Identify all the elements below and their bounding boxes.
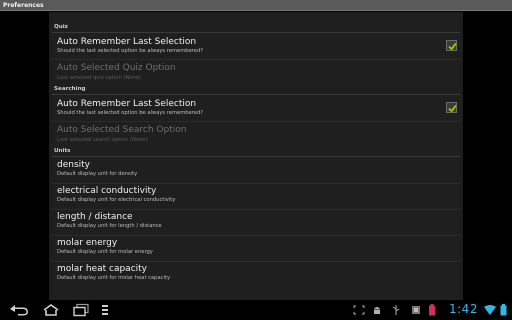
recent-apps-icon[interactable] [71,303,91,317]
section-divider [52,156,460,157]
section-header-searching: Searching [54,86,86,92]
usb-icon [392,305,400,315]
pref-summary: Last selected search option (None) [57,137,148,143]
pref-unit-molar-energy[interactable]: molar energy Default display unit for mo… [49,236,463,261]
pref-summary: Default display unit for electrical cond… [57,197,176,203]
pref-quiz-auto-selected: Auto Selected Quiz Option Last selected … [49,60,463,86]
quiz-remember-checkbox[interactable] [446,40,457,51]
pref-search-auto-selected: Auto Selected Search Option Last selecte… [49,122,463,148]
system-bar: 1:42 [0,300,512,320]
pref-title: molar energy [57,238,118,248]
pref-unit-electrical-conductivity[interactable]: electrical conductivity Default display … [49,184,463,209]
screenshot-icon [353,305,365,315]
battery-icon [500,304,507,316]
pref-summary: Should the last selected option be alway… [57,48,204,54]
battery-warning-icon [429,304,435,316]
pref-title: density [57,160,90,170]
preferences-list: Quiz Auto Remember Last Selection Should… [49,12,463,300]
section-header-quiz: Quiz [54,24,68,30]
search-remember-checkbox[interactable] [446,102,457,113]
pref-summary: Default display unit for length / distan… [57,223,162,229]
pref-title: molar heat capacity [57,264,147,274]
wifi-icon [484,305,496,315]
pref-title: Auto Selected Search Option [57,125,187,135]
app-notification-icon [412,306,420,314]
pref-summary: Should the last selected option be alway… [57,110,204,116]
pref-unit-length-distance[interactable]: length / distance Default display unit f… [49,210,463,235]
pref-title: Auto Remember Last Selection [57,99,197,109]
pref-unit-density[interactable]: density Default display unit for density [49,158,463,183]
pref-title: electrical conductivity [57,186,157,196]
pref-title: length / distance [57,212,133,222]
pref-summary: Last selected quiz option (None) [57,75,142,81]
pref-quiz-auto-remember[interactable]: Auto Remember Last Selection Should the … [49,33,463,59]
checkmark-icon [448,42,457,51]
home-icon[interactable] [41,303,61,317]
pref-summary: Default display unit for density [57,171,138,177]
back-icon[interactable] [8,303,30,317]
menu-icon[interactable] [99,303,111,317]
pref-title: Auto Selected Quiz Option [57,63,176,73]
checkmark-icon [448,104,457,113]
section-header-units: Units [54,148,71,154]
app-title: Preferences [3,2,44,9]
android-debug-icon [374,307,380,314]
pref-search-auto-remember[interactable]: Auto Remember Last Selection Should the … [49,95,463,121]
pref-summary: Default display unit for molar heat capa… [57,275,171,281]
app-title-bar: Preferences [0,0,512,11]
pref-unit-molar-heat-capacity[interactable]: molar heat capacity Default display unit… [49,262,463,287]
pref-title: Auto Remember Last Selection [57,37,197,47]
status-clock: 1:42 [449,302,478,316]
pref-summary: Default display unit for molar energy [57,249,153,255]
